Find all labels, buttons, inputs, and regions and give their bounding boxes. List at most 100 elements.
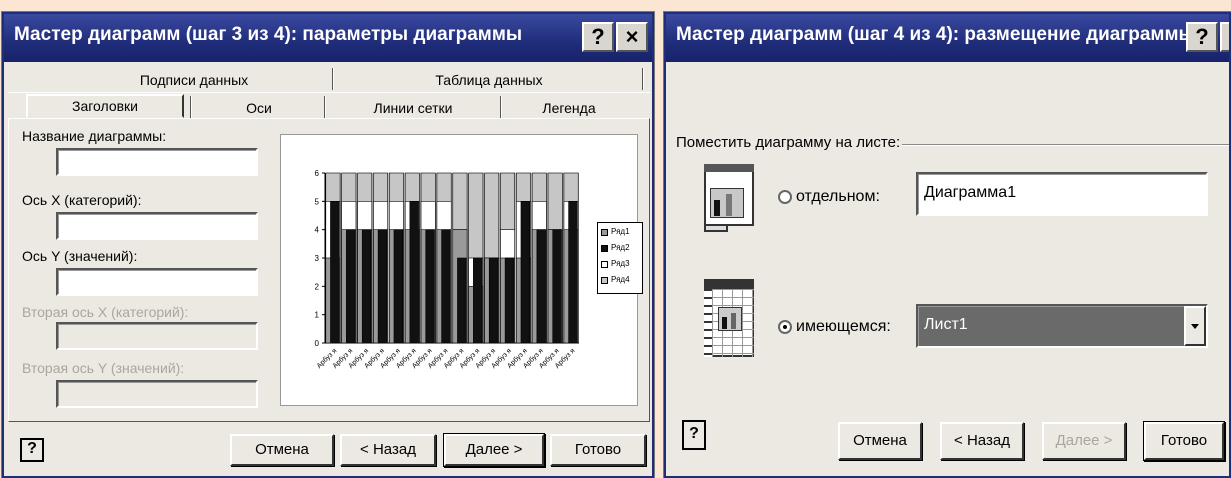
tab-data-table[interactable]: Таблица данных [344,72,634,88]
secondary-y-axis-label: Вторая ось Y (значений): [22,360,185,376]
chart-title-label: Название диаграммы: [22,128,167,144]
bar [520,201,531,344]
dropdown-button[interactable] [1184,306,1206,346]
tab-divider [642,68,644,90]
back-button[interactable]: < Назад [940,422,1024,460]
chart-legend: Ряд1 Ряд2 Ряд3 Ряд4 [597,222,643,294]
legend-item: Ряд4 [601,275,642,287]
radio-existing-sheet[interactable] [778,320,792,334]
new-sheet-chart-icon [704,164,754,234]
bar [330,201,340,344]
bar [409,201,419,344]
legend-label: Ряд2 [611,243,630,252]
finish-button[interactable]: Готово [550,434,646,466]
legend-swatch [601,245,608,252]
bar [536,229,546,344]
tab-titles-label: Заголовки [71,98,138,114]
dialog-title: Мастер диаграмм (шаг 3 из 4): параметры … [14,24,523,45]
tab-divider [332,68,334,90]
tab-axes[interactable]: Оси [194,100,324,116]
legend-label: Ряд3 [611,259,630,268]
chart-svg: 0123456Арбуз яАрбуз яАрбуз яАрбуз яАрбуз… [315,169,579,370]
close-button[interactable]: X [1220,22,1229,52]
existing-sheet-label[interactable]: имеющемся: [796,318,891,336]
new-sheet-label[interactable]: отдельном: [796,188,880,206]
secondary-x-axis-label: Вторая ось X (категорий): [22,304,189,320]
chart-title-field[interactable] [56,148,258,176]
tab-divider [324,96,326,118]
title-bar[interactable]: Мастер диаграмм (шаг 3 из 4): параметры … [4,14,652,62]
y-tick-label: 3 [315,254,320,263]
tab-data-labels[interactable]: Подписи данных [64,72,324,88]
bar [361,229,372,344]
legend-item: Ряд3 [601,259,642,271]
bar [346,229,356,344]
bar [457,257,467,344]
chart-wizard-step4-dialog: Мастер диаграмм (шаг 4 из 4): размещение… [664,12,1231,478]
back-button-label: < Назад [360,441,416,458]
bar [488,257,499,344]
secondary-y-axis-field [56,380,258,408]
bar [552,229,562,344]
cancel-button-label: Отмена [255,441,309,458]
existing-sheet-value: Лист1 [924,316,968,333]
new-sheet-name-field[interactable]: Диаграмма1 [916,172,1208,216]
legend-swatch [601,277,608,284]
tab-titles[interactable]: Заголовки [26,94,184,118]
tab-row-line [8,92,650,93]
chart-preview: 0 1 2 3 4 5 6 Арбуз я Арбуз я Арбуз я Арбуз я Арбуз… [280,134,638,406]
y-tick-label: 6 [315,169,320,178]
y-tick-label: 4 [315,226,320,235]
tab-gridlines[interactable]: Линии сетки [328,100,498,116]
y-tick-label: 1 [315,311,320,320]
finish-button[interactable]: Готово [1144,422,1224,460]
group-divider [902,144,1229,146]
cancel-button-label: Отмена [853,432,907,449]
legend-label: Ряд1 [611,227,630,236]
chevron-down-icon [1191,324,1199,329]
dialog-title: Мастер диаграмм (шаг 4 из 4): размещение… [676,24,1195,45]
existing-sheet-icon [704,279,754,359]
help-title-button[interactable]: ? [1186,22,1218,52]
bar [425,229,435,344]
bar [441,229,451,344]
x-axis-label: Ось X (категорий): [22,192,142,208]
back-button-label: < Назад [954,432,1010,449]
help-title-button[interactable]: ? [582,22,614,52]
next-button[interactable]: Далее > [444,434,544,466]
legend-label: Ряд4 [611,275,630,284]
chart-wizard-step3-dialog: Мастер диаграмм (шаг 3 из 4): параметры … [2,12,654,478]
y-tick-label: 5 [315,197,320,206]
legend-item: Ряд1 [601,227,642,239]
secondary-x-axis-field [56,322,258,350]
help-button[interactable]: ? [20,438,44,462]
legend-item: Ряд2 [601,243,642,255]
y-axis-label: Ось Y (значений): [22,248,138,264]
bar [393,229,404,344]
help-button[interactable]: ? [682,420,706,450]
next-button-label: Далее > [1055,432,1113,449]
x-axis-field[interactable] [56,212,258,240]
finish-button-label: Готово [574,441,622,458]
y-tick-label: 2 [315,282,320,291]
next-button: Далее > [1042,422,1126,460]
back-button[interactable]: < Назад [340,434,436,466]
legend-swatch [601,229,608,236]
tab-legend[interactable]: Легенда [504,100,634,116]
y-axis-field[interactable] [56,268,258,296]
cancel-button[interactable]: Отмена [230,434,334,466]
tab-divider [500,96,502,118]
y-tick-label: 0 [315,339,320,348]
bar [377,229,388,344]
existing-sheet-select[interactable]: Лист1 [916,304,1208,348]
close-button[interactable]: × [616,22,648,52]
bar [568,201,578,344]
bar [504,257,515,344]
title-bar[interactable]: Мастер диаграмм (шаг 4 из 4): размещение… [666,14,1229,62]
tab-divider [190,96,192,118]
cancel-button[interactable]: Отмена [838,422,922,460]
radio-new-sheet[interactable] [778,190,792,204]
new-sheet-name-value: Диаграмма1 [924,184,1017,201]
legend-swatch [601,261,608,268]
bar [473,257,483,344]
